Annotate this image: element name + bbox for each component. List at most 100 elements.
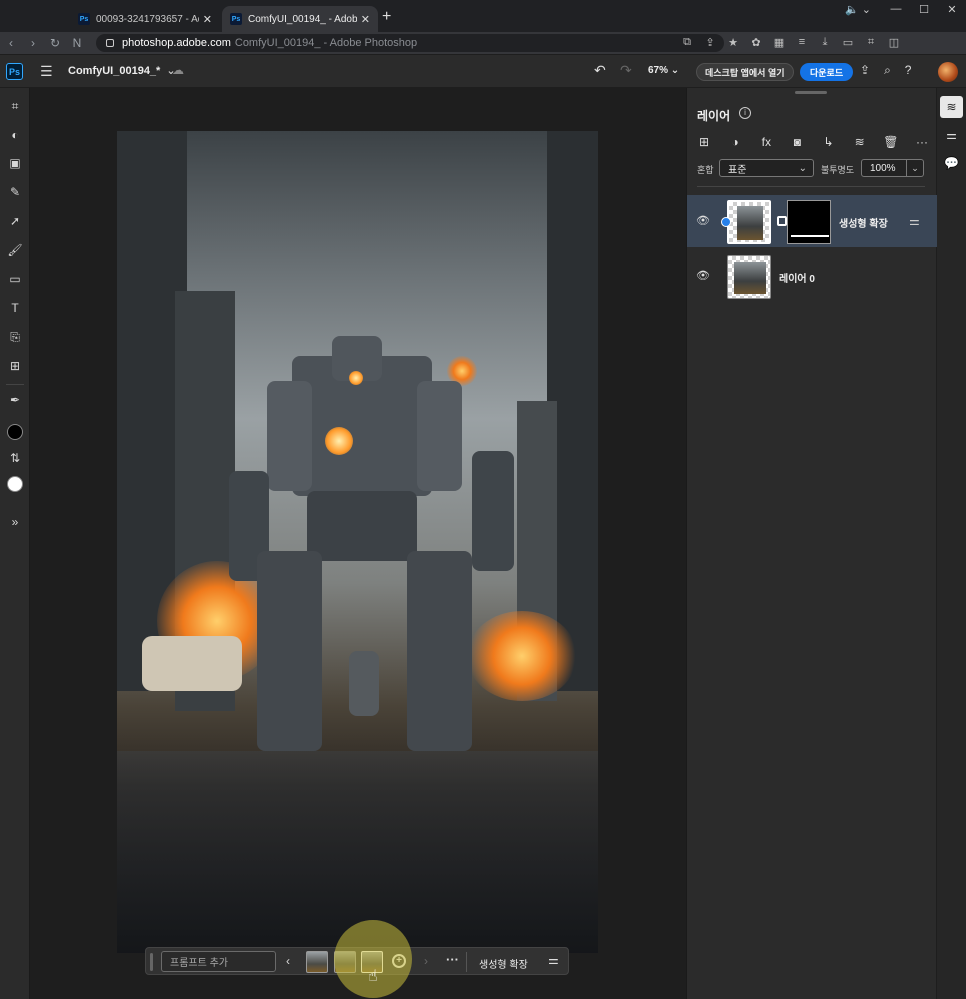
sidebar-icon[interactable]: ◫ bbox=[887, 36, 901, 49]
visibility-eye-icon[interactable]: 👁 bbox=[696, 269, 710, 282]
flag-icon[interactable]: ▦ bbox=[772, 36, 786, 49]
opacity-dropdown-icon[interactable]: ⌄ bbox=[907, 159, 924, 177]
close-tab-icon[interactable]: ✕ bbox=[361, 13, 370, 26]
add-layer-icon[interactable]: ⊞ bbox=[695, 135, 713, 149]
add-image-icon[interactable]: ⊞ bbox=[5, 356, 25, 376]
open-in-desktop-button[interactable]: 데스크탑 앱에서 열기 bbox=[696, 63, 794, 81]
visibility-eye-icon[interactable]: 👁 bbox=[696, 214, 710, 227]
layer-mask-thumbnail[interactable] bbox=[787, 200, 831, 244]
app-header: Ps ☰ ComfyUI_00194_* ⌄ ☁ ↶ ↷ 67% ⌄ 데스크탑 앱… bbox=[0, 55, 966, 87]
robot-right-arm bbox=[472, 451, 514, 571]
clone-icon[interactable]: ⎘ bbox=[5, 327, 25, 347]
blend-mode-select[interactable]: 표준 ⌄ bbox=[719, 159, 814, 177]
zoom-level[interactable]: 67% ⌄ bbox=[648, 65, 679, 76]
photoshop-logo[interactable]: Ps bbox=[6, 63, 23, 80]
variation-thumbnail-1[interactable] bbox=[306, 951, 328, 973]
foreground-color-swatch[interactable] bbox=[7, 424, 23, 440]
document-title: ComfyUI_00194_* bbox=[68, 65, 161, 77]
fire-right bbox=[467, 611, 577, 701]
layer-properties-icon[interactable]: ⚌ bbox=[909, 214, 920, 228]
fx-icon[interactable]: fx bbox=[757, 135, 775, 149]
more-tools-icon[interactable]: » bbox=[5, 512, 25, 532]
layer-thumbnail[interactable] bbox=[727, 255, 771, 299]
browser-tab-active[interactable]: Ps ComfyUI_00194_ - Adobe P ✕ bbox=[222, 6, 378, 32]
back-icon[interactable]: ‹ bbox=[0, 36, 22, 50]
header-actions: ⇪ ⌕ ? bbox=[860, 63, 911, 78]
layers-panel-icon[interactable]: ≋ bbox=[940, 96, 963, 118]
document-name[interactable]: ComfyUI_00194_* ⌄ bbox=[68, 64, 176, 77]
robot-hips bbox=[307, 491, 417, 561]
add-mask-icon[interactable]: ◙ bbox=[788, 135, 806, 149]
download-icon[interactable]: ⤓ bbox=[818, 36, 832, 49]
delete-icon[interactable]: 🗑 bbox=[882, 135, 900, 149]
rectangle-icon[interactable]: ▭ bbox=[5, 269, 25, 289]
new-tab-icon[interactable]: + bbox=[382, 8, 391, 26]
prompt-input[interactable]: 프롬프트 추가 bbox=[161, 951, 276, 972]
canvas-area[interactable]: 프롬프트 추가 ‹ + › ··· 생성형 확장 ⚌ bbox=[31, 88, 685, 999]
info-icon[interactable]: i bbox=[739, 107, 751, 119]
download-button[interactable]: 다운로드 bbox=[800, 63, 854, 81]
opacity-input[interactable]: 100% bbox=[861, 159, 907, 177]
object-select-icon[interactable]: ▣ bbox=[5, 153, 25, 173]
swap-colors-icon[interactable]: ⇅ bbox=[5, 448, 25, 468]
generative-expand-button[interactable]: 생성형 확장 bbox=[479, 956, 528, 971]
forward-icon[interactable]: › bbox=[22, 36, 44, 50]
next-variation-icon[interactable]: › bbox=[424, 954, 428, 968]
share-icon[interactable]: ⇪ bbox=[703, 36, 717, 49]
extension-icon[interactable]: ✿ bbox=[749, 36, 763, 49]
layer-preview bbox=[737, 206, 763, 240]
panel-rail: ≋ ⚌ 💬 bbox=[937, 88, 966, 999]
stack-icon[interactable]: ≋ bbox=[851, 135, 869, 149]
drag-handle[interactable] bbox=[150, 953, 153, 971]
background-color-swatch[interactable] bbox=[7, 476, 23, 492]
quick-select-icon[interactable]: ◐ bbox=[5, 125, 25, 145]
crop-icon[interactable]: ⌗ bbox=[5, 96, 25, 116]
adjustments-icon[interactable]: ⚌ bbox=[940, 124, 963, 146]
bookmark-icon[interactable]: ★ bbox=[726, 36, 740, 49]
settings-sliders-icon[interactable]: ⚌ bbox=[548, 953, 559, 967]
layer-row-generative-expand[interactable]: 👁 생성형 확장 ⚌ bbox=[687, 195, 937, 247]
layer-preview bbox=[734, 262, 766, 294]
user-avatar[interactable] bbox=[938, 62, 958, 82]
undo-icon[interactable]: ↶ bbox=[594, 62, 606, 79]
more-options-icon[interactable]: ··· bbox=[446, 952, 459, 967]
brush-icon[interactable]: 🖌 bbox=[5, 240, 25, 260]
document-image-mech-robot[interactable] bbox=[117, 131, 598, 953]
layer-row-layer-0[interactable]: 👁 레이어 0 bbox=[687, 250, 937, 302]
gen-fill-icon[interactable]: ➚ bbox=[5, 211, 25, 231]
comments-icon[interactable]: 💬 bbox=[940, 152, 963, 174]
toolbar-divider bbox=[6, 384, 24, 385]
redo-icon[interactable]: ↷ bbox=[620, 62, 632, 79]
browser-tab[interactable]: Ps 00093-3241793657 - Adobe ✕ bbox=[70, 6, 220, 32]
cast-icon[interactable]: ⧉ bbox=[680, 36, 694, 49]
healing-icon[interactable]: ✎ bbox=[5, 182, 25, 202]
minimize-icon[interactable]: — bbox=[882, 3, 910, 15]
search-icon[interactable]: ⌕ bbox=[884, 63, 891, 78]
click-highlight bbox=[334, 920, 412, 998]
hand-cursor-icon: ☝ bbox=[368, 968, 378, 985]
layer-thumbnail[interactable] bbox=[727, 200, 771, 244]
address-bar[interactable]: photoshop.adobe.com ComfyUI_00194_ - Ado… bbox=[96, 34, 724, 52]
photoshop-favicon-icon: Ps bbox=[78, 13, 90, 25]
reader-icon[interactable]: N bbox=[66, 36, 88, 50]
type-icon[interactable]: T bbox=[5, 298, 25, 318]
maximize-icon[interactable]: ☐ bbox=[910, 3, 938, 16]
close-tab-icon[interactable]: ✕ bbox=[203, 13, 212, 26]
panel-drag-handle[interactable] bbox=[795, 91, 827, 94]
help-icon[interactable]: ? bbox=[905, 63, 912, 78]
playlist-icon[interactable]: ≡ bbox=[795, 36, 809, 49]
tab-title: 00093-3241793657 - Adobe bbox=[96, 13, 199, 25]
video-icon[interactable]: ▭ bbox=[841, 36, 855, 49]
speaker-icon[interactable]: 🔈 ⌄ bbox=[834, 3, 882, 16]
close-window-icon[interactable]: ✕ bbox=[938, 3, 966, 16]
menu-icon[interactable]: ☰ bbox=[40, 63, 53, 80]
clip-icon[interactable]: ↳ bbox=[820, 135, 838, 149]
eyedropper-icon[interactable]: ✒ bbox=[5, 390, 25, 410]
adjustment-layer-icon[interactable]: ◑ bbox=[726, 135, 744, 149]
share-icon[interactable]: ⇪ bbox=[860, 63, 870, 78]
more-icon[interactable]: ··· bbox=[913, 135, 931, 149]
previous-variation-icon[interactable]: ‹ bbox=[286, 954, 290, 968]
screenshot-icon[interactable]: ⌗ bbox=[864, 36, 878, 49]
mask-link-icon[interactable] bbox=[777, 216, 787, 226]
reload-icon[interactable]: ↻ bbox=[44, 36, 66, 50]
